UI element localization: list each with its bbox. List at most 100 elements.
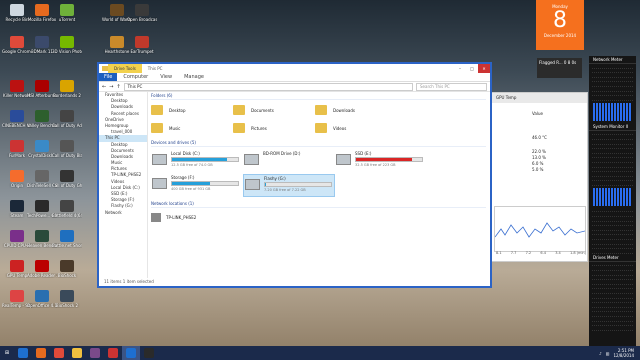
taskbar-app-icon <box>18 348 28 358</box>
app-icon <box>10 170 24 182</box>
taskbar-app-button[interactable] <box>140 346 158 360</box>
app-icon <box>135 36 149 48</box>
search-input[interactable]: Search This PC <box>416 82 487 91</box>
status-bar: 11 items 1 item selected <box>104 279 154 284</box>
start-button[interactable]: ⊞ <box>0 346 14 360</box>
folder-icon <box>151 105 163 115</box>
folder-item[interactable]: Music <box>151 121 233 135</box>
volume-icon[interactable]: ♪ <box>599 351 602 356</box>
taskbar-app-button[interactable] <box>68 346 86 360</box>
desktop-icon[interactable]: EarTrumpet <box>127 36 157 54</box>
app-icon <box>60 260 74 272</box>
up-arrow-icon[interactable]: ↑ <box>116 84 120 90</box>
app-icon <box>10 80 24 92</box>
taskbar-app-button[interactable] <box>32 346 50 360</box>
app-icon <box>35 80 49 92</box>
system-tray: ♪ ▥ 2:51 PM 12/8/2014 <box>599 348 640 358</box>
drives-meter-title: Drives Meter <box>589 254 636 262</box>
folder-item[interactable]: Desktop <box>151 103 233 117</box>
drive-item[interactable]: Flashy (G:) 7.20 GB free of 7.22 GB <box>243 174 335 197</box>
close-button[interactable]: ✕ <box>478 64 490 73</box>
desktop-icon[interactable]: Battlefield 4(64 bit) <box>52 200 82 218</box>
network-header[interactable]: Network locations (1) <box>151 200 486 208</box>
navigation-pane: Favorites Desktop Downloads Recent places On… <box>99 92 148 278</box>
desktop-icon[interactable]: Call of Duty Black Ops <box>52 140 82 158</box>
drive-item[interactable]: SSD (E:) 32.5 GB free of 223 GB <box>335 150 427 171</box>
taskbar-app-icon <box>72 348 82 358</box>
taskbar-app-icon <box>144 348 154 358</box>
desktop-icon[interactable]: Call of Duty Advanced... <box>52 110 82 128</box>
drive-icon <box>244 154 259 165</box>
folder-label: Videos <box>333 125 347 131</box>
clock[interactable]: 2:51 PM 12/8/2014 <box>613 348 634 358</box>
app-icon <box>60 230 74 242</box>
back-arrow-icon[interactable]: ← <box>102 84 106 90</box>
desktop-icon-label: Borderlands 2 <box>53 93 81 98</box>
tab-manage[interactable]: Manage <box>178 74 210 80</box>
gpu-tick: 1.8 (min) <box>569 251 586 255</box>
app-icon <box>60 36 74 48</box>
desktop-icon[interactable]: uTorrent <box>52 4 82 22</box>
devices-header[interactable]: Devices and drives (5) <box>151 139 486 147</box>
drive-free-space: 7.20 GB free of 7.22 GB <box>264 188 306 192</box>
desktop-icon[interactable]: BioShock <box>52 260 82 278</box>
gpu-tick: 8.1 <box>496 251 502 255</box>
tab-computer[interactable]: Computer <box>117 74 154 80</box>
desktop-icon[interactable]: Borderlands 2 <box>52 80 82 98</box>
taskbar-app-button[interactable] <box>104 346 122 360</box>
address-bar[interactable]: This PC <box>123 82 413 91</box>
desktop-icon-label: Battlefield 4(64 bit) <box>52 213 82 218</box>
folders-header[interactable]: Folders (6) <box>151 92 486 100</box>
drive-item[interactable]: Local Disk (C:) 12.5 GB free of 74.0 GB <box>151 150 243 171</box>
minimize-button[interactable]: – <box>454 64 466 73</box>
maximize-button[interactable]: □ <box>466 64 478 73</box>
taskbar-app-icon <box>126 348 136 358</box>
taskbar-app-button[interactable] <box>14 346 32 360</box>
folder-item[interactable]: Videos <box>315 121 397 135</box>
system-monitor-lines-2 <box>589 208 636 254</box>
gpu-value-1: 22.0 % <box>532 149 546 154</box>
app-icon <box>10 200 24 212</box>
drive-free-space: 400 GB free of 931 GB <box>171 187 211 191</box>
folders-grid: Desktop Documents Downloads Music Pictures Vi… <box>151 103 486 135</box>
network-location[interactable]: TP-LINK_PHSE2 <box>151 211 486 223</box>
taskbar-app-button[interactable] <box>50 346 68 360</box>
desktop-icon[interactable]: Call of Duty Ghosts - ... <box>52 170 82 188</box>
folder-item[interactable]: Documents <box>233 103 315 117</box>
drive-item[interactable]: Storage (F:) 400 GB free of 931 GB <box>151 174 243 195</box>
folder-icon <box>233 105 245 115</box>
gpu-temp-window[interactable]: GPU Temp Value 46.0 °C 22.0 % 13.0 % 6.0… <box>491 92 588 262</box>
folder-icon <box>315 123 327 133</box>
app-icon <box>60 4 74 16</box>
explorer-titlebar[interactable]: Drive Tools This PC – □ ✕ <box>99 64 490 73</box>
app-icon <box>10 4 24 16</box>
drive-usage-bar <box>355 157 423 162</box>
file-explorer-window[interactable]: Drive Tools This PC – □ ✕ File Computer … <box>97 62 492 288</box>
desktop-icon[interactable]: Battle.net Shortcut <box>52 230 82 248</box>
drive-item[interactable]: BD-ROM Drive (D:) <box>243 150 335 171</box>
desktop-icon[interactable]: BioShock 2 <box>52 290 82 308</box>
taskbar-app-button[interactable] <box>122 346 140 360</box>
taskbar-app-button[interactable] <box>86 346 104 360</box>
gpu-temp-graph <box>494 206 586 252</box>
desktop-icon-label: Battle.net Shortcut <box>52 243 82 248</box>
desktop-icon-label: BioShock <box>57 273 77 278</box>
folder-item[interactable]: Downloads <box>315 103 397 117</box>
desktop-icon-label: Open Broadcaster <box>127 17 157 22</box>
nav-item[interactable]: Network <box>99 210 147 216</box>
file-tab[interactable]: File <box>99 73 118 81</box>
forward-arrow-icon[interactable]: → <box>109 84 113 90</box>
gpu-tick: 7.2 <box>525 251 532 255</box>
network-icon[interactable]: ▥ <box>606 351 610 356</box>
folder-item[interactable]: Pictures <box>233 121 315 135</box>
gpu-value-2: 13.0 % <box>532 155 546 160</box>
drive-usage-bar <box>171 181 239 186</box>
drive-tools-tab[interactable]: Drive Tools <box>108 64 142 73</box>
gpu-value-4: 5.0 % <box>532 167 544 172</box>
drive-free-space: 12.5 GB free of 74.0 GB <box>171 163 213 167</box>
gpu-value-header: Value <box>532 111 543 116</box>
desktop-icon[interactable]: 3D Vision Photo Viewer <box>52 36 82 54</box>
taskbar-app-icon <box>54 348 64 358</box>
tab-view[interactable]: View <box>154 74 178 80</box>
desktop-icon[interactable]: Open Broadcaster <box>127 4 157 22</box>
